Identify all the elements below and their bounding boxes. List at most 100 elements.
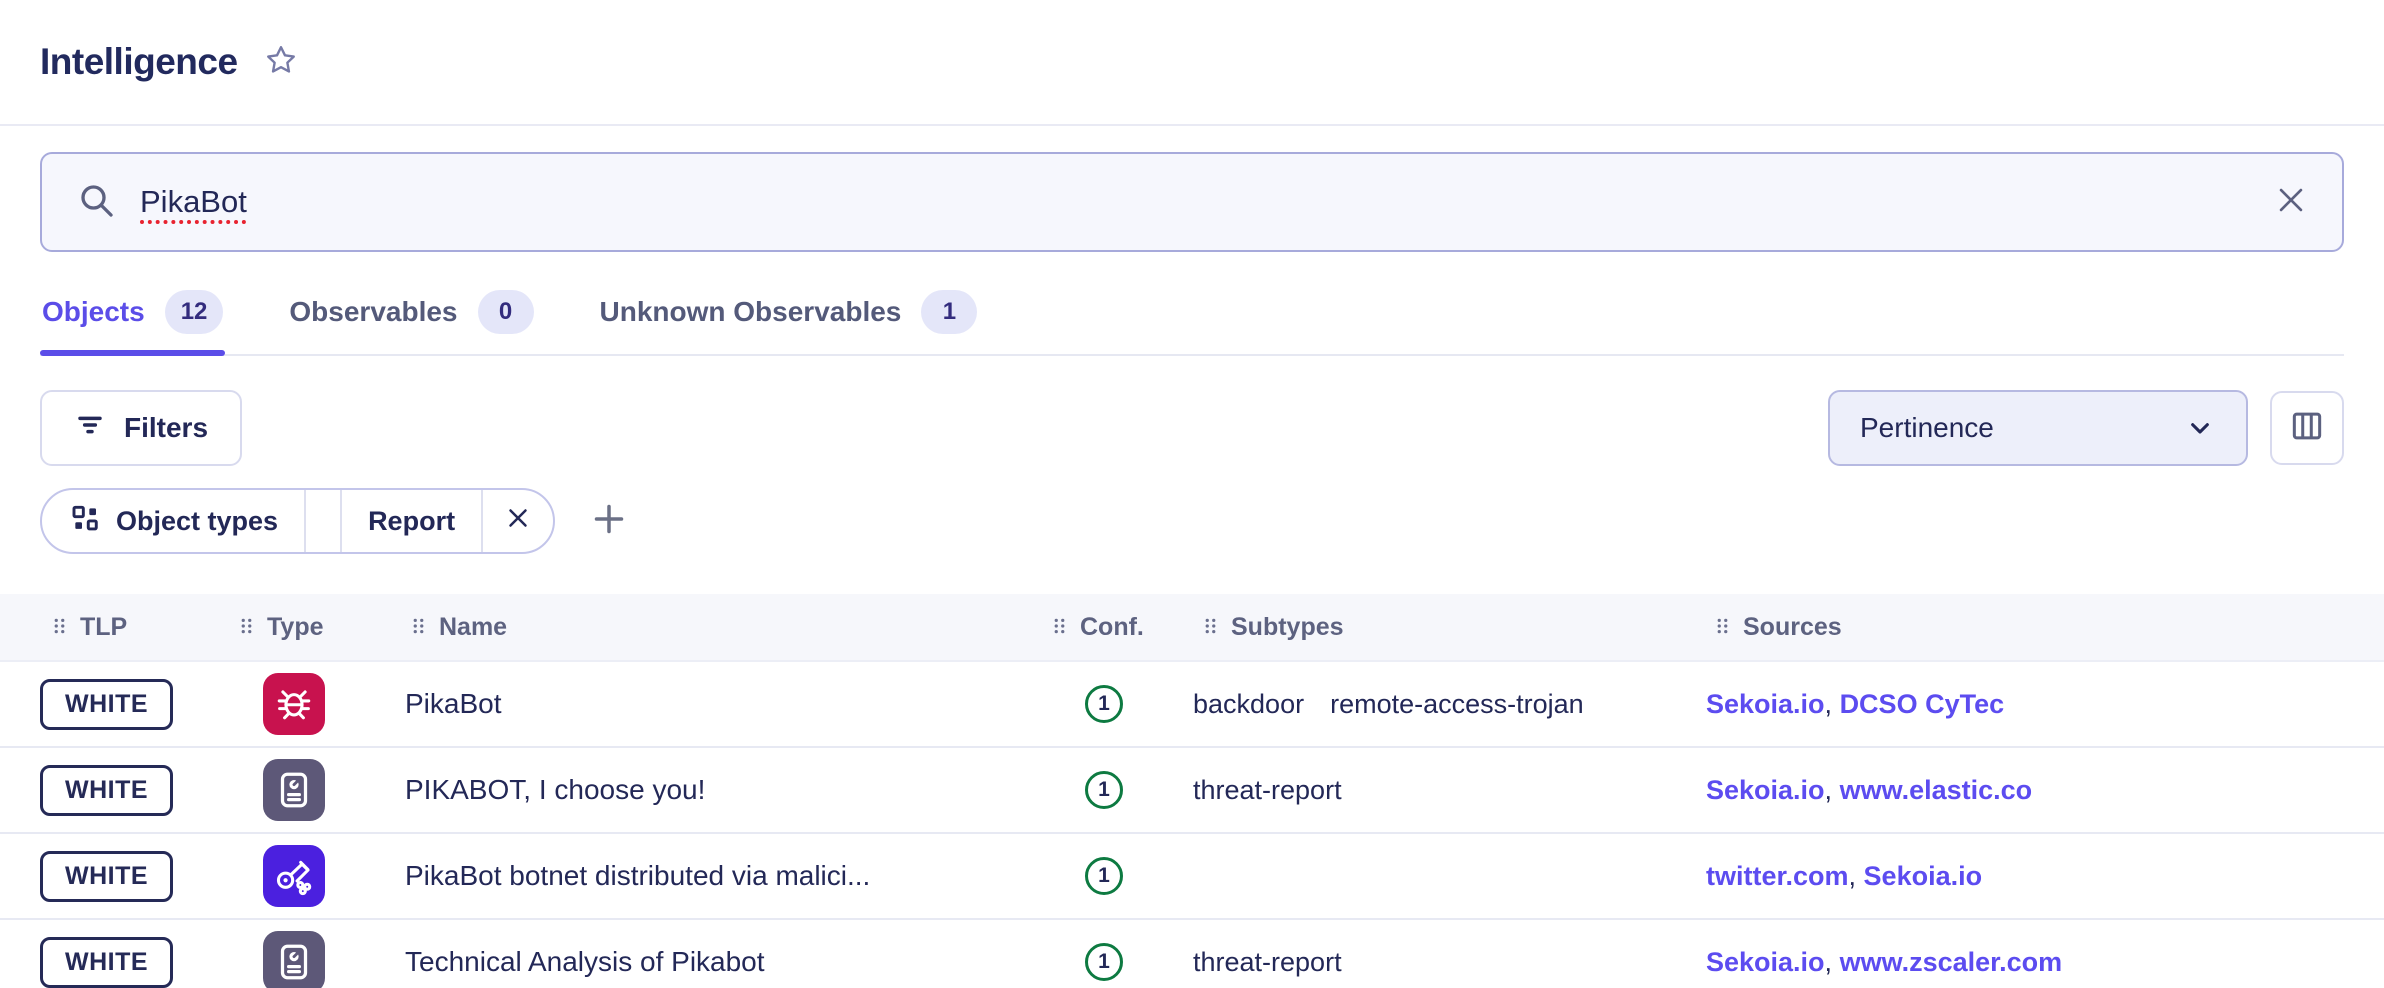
drag-handle-icon[interactable] <box>1716 613 1729 642</box>
source-link[interactable]: DCSO CyTec <box>1840 689 2005 719</box>
filters-button[interactable]: Filters <box>40 390 242 466</box>
tab-label: Observables <box>289 296 457 328</box>
subtypes-cell: threat-report <box>1190 775 1706 806</box>
column-header-sources[interactable]: Sources <box>1706 613 2384 642</box>
object-name: Technical Analysis of Pikabot <box>405 946 1050 978</box>
filter-chip-operator[interactable] <box>304 490 340 552</box>
page-title: Intelligence <box>40 41 238 83</box>
search-bar[interactable]: PikaBot <box>40 152 2344 252</box>
drag-handle-icon[interactable] <box>240 613 253 642</box>
object-name: PikaBot <box>405 688 1050 720</box>
column-label: Name <box>439 613 507 642</box>
tab-count-badge: 12 <box>165 290 224 334</box>
table-row[interactable]: WHITE PIKABOT, I choose you! 1 threat-re… <box>0 748 2384 834</box>
object-name: PikaBot botnet distributed via malici... <box>405 860 1050 892</box>
confidence-badge: 1 <box>1085 943 1123 981</box>
table-row[interactable]: WHITE Technical Analysis of Pikabot 1 th… <box>0 920 2384 988</box>
tab-count-badge: 1 <box>921 290 977 334</box>
drag-handle-icon[interactable] <box>412 613 425 642</box>
source-link[interactable]: Sekoia.io <box>1706 689 1825 719</box>
filter-category-label: Object types <box>116 506 278 537</box>
object-types-grid-icon <box>68 502 100 541</box>
source-separator: , <box>1825 775 1840 805</box>
columns-icon <box>2288 407 2326 450</box>
page-header: Intelligence <box>0 0 2384 126</box>
object-name: PIKABOT, I choose you! <box>405 774 1050 806</box>
tabs-bar: Objects 12 Observables 0 Unknown Observa… <box>40 278 2344 356</box>
column-header-conf[interactable]: Conf. <box>1050 613 1190 642</box>
filter-chip-category[interactable]: Object types <box>42 490 304 552</box>
sort-selected-value: Pertinence <box>1860 412 1994 444</box>
subtypes-cell: backdoor remote-access-trojan <box>1190 689 1706 720</box>
sources-cell: twitter.com, Sekoia.io <box>1706 861 2384 892</box>
sources-cell: Sekoia.io, DCSO CyTec <box>1706 689 2384 720</box>
star-icon <box>264 43 298 82</box>
subtype-label: threat-report <box>1193 947 1342 978</box>
column-label: Type <box>267 613 324 642</box>
column-header-tlp[interactable]: TLP <box>40 613 240 642</box>
drag-handle-icon[interactable] <box>1053 613 1066 642</box>
drag-handle-icon[interactable] <box>53 613 66 642</box>
tab-objects[interactable]: Objects 12 <box>40 278 225 354</box>
column-header-subtypes[interactable]: Subtypes <box>1190 613 1706 642</box>
plus-icon <box>589 499 629 544</box>
confidence-badge: 1 <box>1085 857 1123 895</box>
results-table: TLP Type Name Conf. Subtypes <box>0 594 2384 988</box>
filter-icon <box>74 409 106 448</box>
source-link[interactable]: www.zscaler.com <box>1840 947 2063 977</box>
subtype-label: threat-report <box>1193 775 1342 806</box>
remove-filter-button[interactable] <box>481 490 553 552</box>
confidence-badge: 1 <box>1085 685 1123 723</box>
drag-handle-icon[interactable] <box>1204 613 1217 642</box>
favorite-star-button[interactable] <box>264 43 298 82</box>
tab-label: Objects <box>42 296 145 328</box>
source-link[interactable]: Sekoia.io <box>1706 947 1825 977</box>
source-separator: , <box>1825 947 1840 977</box>
report-icon <box>263 759 325 821</box>
filter-chip-value[interactable]: Report <box>340 490 481 552</box>
campaign-icon <box>263 845 325 907</box>
column-header-name[interactable]: Name <box>405 613 1050 642</box>
subtype-label: backdoor <box>1193 689 1304 720</box>
source-link[interactable]: Sekoia.io <box>1706 775 1825 805</box>
sort-select[interactable]: Pertinence <box>1828 390 2248 466</box>
source-separator: , <box>1825 689 1840 719</box>
confidence-badge: 1 <box>1085 771 1123 809</box>
column-label: TLP <box>80 613 127 642</box>
source-link[interactable]: twitter.com <box>1706 861 1849 891</box>
sources-cell: Sekoia.io, www.zscaler.com <box>1706 947 2384 978</box>
column-label: Sources <box>1743 613 1842 642</box>
close-icon <box>503 503 533 540</box>
table-row[interactable]: WHITE PikaBot botnet distributed via mal… <box>0 834 2384 920</box>
subtypes-cell: threat-report <box>1190 947 1706 978</box>
tlp-badge: WHITE <box>40 679 173 730</box>
clear-search-button[interactable] <box>2274 183 2308 222</box>
table-header: TLP Type Name Conf. Subtypes <box>0 594 2384 662</box>
tlp-badge: WHITE <box>40 937 173 988</box>
source-link[interactable]: Sekoia.io <box>1864 861 1983 891</box>
subtype-label: remote-access-trojan <box>1330 689 1584 720</box>
tab-label: Unknown Observables <box>600 296 902 328</box>
columns-settings-button[interactable] <box>2270 391 2344 465</box>
table-row[interactable]: WHITE PikaBot 1 backdoor remote-access-tr… <box>0 662 2384 748</box>
sources-cell: Sekoia.io, www.elastic.co <box>1706 775 2384 806</box>
malware-icon <box>263 673 325 735</box>
tab-unknown-observables[interactable]: Unknown Observables 1 <box>598 278 980 354</box>
chevron-down-icon <box>2184 412 2216 444</box>
source-link[interactable]: www.elastic.co <box>1840 775 2033 805</box>
filters-label: Filters <box>124 412 208 444</box>
add-filter-button[interactable] <box>589 499 629 544</box>
search-input[interactable]: PikaBot <box>140 184 247 220</box>
search-icon <box>76 180 116 225</box>
tab-count-badge: 0 <box>478 290 534 334</box>
toolbar: Filters Pertinence <box>40 390 2344 466</box>
tlp-badge: WHITE <box>40 765 173 816</box>
column-label: Subtypes <box>1231 613 1344 642</box>
filter-chip-object-types: Object types Report <box>40 488 555 554</box>
column-label: Conf. <box>1080 613 1144 642</box>
active-filters-row: Object types Report <box>40 488 2344 554</box>
column-header-type[interactable]: Type <box>240 613 405 642</box>
source-separator: , <box>1849 861 1864 891</box>
close-icon <box>2274 183 2308 222</box>
tab-observables[interactable]: Observables 0 <box>287 278 535 354</box>
